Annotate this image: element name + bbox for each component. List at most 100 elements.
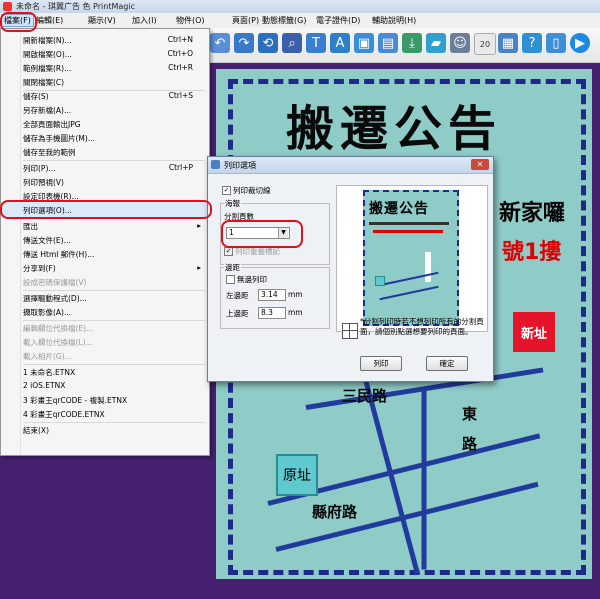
file-menu-item[interactable]: 傳送 Html 郵件(H)...: [1, 247, 207, 261]
poster-group-label: 海報: [224, 198, 241, 209]
file-menu-item[interactable]: 選擇驅動程式(D)...: [1, 291, 207, 305]
print-preview[interactable]: 搬遷公告: [336, 185, 488, 332]
file-menu-item[interactable]: 編輯欄位代換檔(E)...: [1, 321, 207, 335]
crop-marks-checkbox[interactable]: ✓: [222, 186, 231, 195]
file-menu-item[interactable]: 開新檔案(N)... Ctrl+N: [1, 33, 207, 47]
preview-page[interactable]: 搬遷公告: [363, 190, 459, 326]
file-menu-item[interactable]: 關閉檔案(C): [1, 75, 207, 89]
file-menu: 開新檔案(N)... Ctrl+N 開啟檔案(O)... Ctrl+O 範例檔案(R).…: [0, 28, 210, 456]
file-menu-item-label: 2 iOS.ETNX: [23, 381, 66, 390]
file-menu-item-label: 儲存為手機圖片(M)...: [23, 134, 95, 143]
file-menu-item[interactable]: 2 iOS.ETNX: [1, 379, 207, 393]
file-menu-item[interactable]: 載入欄位代換檔(L)...: [1, 335, 207, 349]
file-menu-item[interactable]: 擷取影像(A)...: [1, 305, 207, 319]
file-menu-item[interactable]: 載入相片(G)...: [1, 349, 207, 363]
shortcut-label: Ctrl+P: [168, 163, 193, 172]
app-icon: [3, 2, 12, 11]
file-menu-item[interactable]: 開啟檔案(O)... Ctrl+O: [1, 47, 207, 61]
file-menu-item-label: 3 彩畫王qrCODE - 複製.ETNX: [23, 396, 128, 405]
file-menu-item-label: 選擇驅動程式(D)...: [23, 294, 87, 303]
menu-view[interactable]: 顯示(V): [88, 15, 116, 26]
new-address-box[interactable]: 新址: [513, 312, 555, 352]
file-menu-item[interactable]: 分享到(F) ▸: [1, 261, 207, 275]
file-menu-item-label: 傳送文件(E)...: [23, 236, 71, 245]
file-menu-item[interactable]: 3 彩畫王qrCODE - 複製.ETNX: [1, 393, 207, 407]
file-menu-item[interactable]: 設成密碼保護檔(V): [1, 275, 207, 289]
image-icon[interactable]: ▣: [354, 33, 374, 53]
undo-icon[interactable]: ↶: [210, 33, 230, 53]
photo-icon[interactable]: ▤: [378, 33, 398, 53]
dialog-title: 列印選項: [224, 161, 256, 170]
top-margin-label: 上邊距: [226, 309, 249, 318]
menu-edit[interactable]: 編輯(E): [36, 15, 63, 26]
printer-icon: [211, 160, 220, 169]
top-margin-unit: mm: [288, 308, 303, 317]
file-menu-item[interactable]: 1 未命名.ETNX: [1, 365, 207, 379]
margin-group-label: 邊距: [224, 262, 241, 273]
file-menu-item-label: 列印預視(V): [23, 178, 64, 187]
dialog-title-bar: 列印選項 ✕: [208, 157, 493, 174]
redo-icon[interactable]: ↷: [234, 33, 254, 53]
overlap-marks-checkbox[interactable]: ✓: [224, 247, 233, 256]
left-margin-input[interactable]: 3.14: [258, 289, 286, 301]
file-menu-item[interactable]: 傳送文件(E)...: [1, 233, 207, 247]
file-menu-item[interactable]: 儲存(S) Ctrl+S: [1, 89, 207, 103]
file-menu-item[interactable]: 範例檔案(R)... Ctrl+R: [1, 61, 207, 75]
file-menu-item[interactable]: 儲存至我的範例: [1, 145, 207, 159]
split-print-note: *分割列印時若不想列印所有的分割頁面，請個別點選想要列印的頁面。: [360, 317, 484, 336]
menu-object[interactable]: 物件(O): [176, 15, 205, 26]
file-menu-item-label: 儲存(S): [23, 92, 49, 101]
poster-text-red[interactable]: 號1摟: [502, 234, 561, 266]
road-line[interactable]: [421, 389, 427, 570]
shortcut-label: Ctrl+O: [167, 49, 193, 58]
file-menu-item[interactable]: 4 彩畫王qrCODE.ETNX: [1, 407, 207, 421]
file-menu-item[interactable]: 全部頁面輸出JPG: [1, 117, 207, 131]
preview-road: [379, 285, 439, 301]
calendar-icon[interactable]: 20: [474, 33, 496, 55]
file-menu-item[interactable]: 列印(P)... Ctrl+P: [1, 161, 207, 175]
close-icon[interactable]: ✕: [471, 159, 489, 170]
mobile-icon[interactable]: ▯: [546, 33, 566, 53]
file-menu-item[interactable]: 匯出 ▸: [1, 219, 207, 233]
zoom-icon[interactable]: ⌕: [282, 33, 302, 53]
file-menu-item-label: 編輯欄位代換檔(E)...: [23, 324, 94, 333]
file-menu-item-label: 載入欄位代換檔(L)...: [23, 338, 93, 347]
page-grid-icon[interactable]: [342, 323, 358, 339]
highlight-ring-print-options: [0, 200, 212, 219]
top-margin-input[interactable]: 8.3: [258, 307, 286, 319]
file-menu-item-label: 開啟檔案(O)...: [23, 50, 72, 59]
menu-insert[interactable]: 加入(I): [132, 15, 157, 26]
no-margin-checkbox[interactable]: [226, 275, 235, 284]
help-icon[interactable]: ?: [522, 33, 542, 53]
file-menu-item-label: 載入相片(G)...: [23, 352, 72, 361]
crop-marks-label: 列印裁切線: [233, 186, 271, 195]
file-menu-item[interactable]: 結束(X): [1, 423, 207, 437]
left-margin-unit: mm: [288, 290, 303, 299]
person-icon[interactable]: ☺: [450, 33, 470, 53]
chevron-right-icon: ▸: [197, 263, 201, 272]
file-menu-item-label: 關閉檔案(C): [23, 78, 65, 87]
artistic-text-icon[interactable]: A: [330, 33, 350, 53]
menu-e-certificate[interactable]: 電子證件(D): [316, 15, 360, 26]
poster-title[interactable]: 搬遷公告: [286, 89, 502, 159]
poster-text-black[interactable]: 新家囉: [499, 195, 565, 227]
text-icon[interactable]: T: [306, 33, 326, 53]
file-menu-item[interactable]: 列印預視(V): [1, 175, 207, 189]
file-menu-item-label: 傳送 Html 郵件(H)...: [23, 250, 95, 259]
toolbar: ↶ ↷ ⟲ ⌕ T A ▣ ▤ ⤓ ▰ ☺ 20 ▦ ? ▯ ▶: [208, 28, 600, 63]
ok-button[interactable]: 確定: [426, 356, 468, 371]
play-icon[interactable]: ▶: [570, 33, 590, 53]
folder-icon[interactable]: ▰: [426, 33, 446, 53]
old-address-box[interactable]: 原址: [276, 454, 318, 496]
highlight-ring-file-menu: [0, 12, 37, 32]
print-button[interactable]: 列印: [360, 356, 402, 371]
file-menu-item[interactable]: 另存新檔(A)...: [1, 103, 207, 117]
file-menu-item-label: 範例檔案(R)...: [23, 64, 72, 73]
download-icon[interactable]: ⤓: [402, 33, 422, 53]
qr-code-icon[interactable]: ▦: [498, 33, 518, 53]
file-menu-item[interactable]: 儲存為手機圖片(M)...: [1, 131, 207, 145]
rotate-icon[interactable]: ⟲: [258, 33, 278, 53]
menu-page[interactable]: 頁面(P): [232, 15, 259, 26]
menu-help[interactable]: 輔助說明(H): [372, 15, 416, 26]
menu-dynamic-tags[interactable]: 動態標籤(G): [262, 15, 306, 26]
